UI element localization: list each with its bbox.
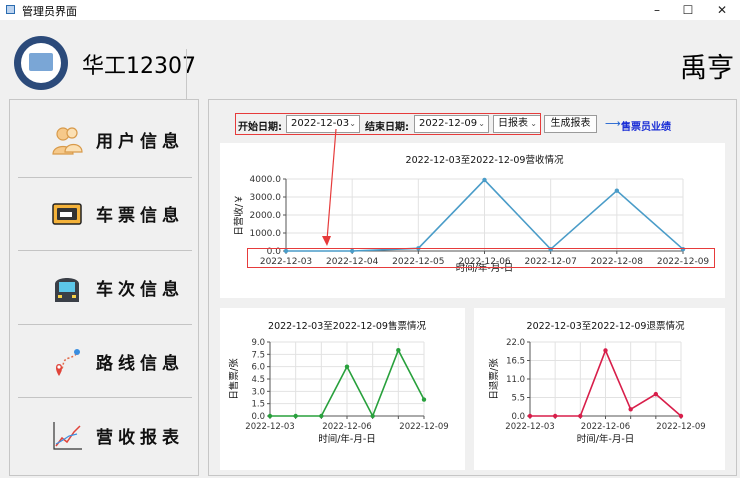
sidebar-item-users[interactable]: 用户信息: [18, 104, 192, 174]
window-title: 管理员界面: [22, 5, 77, 18]
chart-title: 2022-12-03至2022-12-09营收情况: [406, 154, 564, 166]
data-point: [614, 188, 620, 193]
y-tick-label: 4000.0: [250, 175, 282, 185]
y-tick-label: 4.5: [251, 375, 265, 385]
x-tick-label: 2022-12-03: [245, 422, 294, 432]
x-tick-label: 2022-12-03: [505, 422, 554, 432]
data-point: [482, 177, 487, 183]
sales-chart: 2022-12-03至2022-12-09售票情况 0.0 1.5 3.0 4.5 6.0…: [228, 320, 449, 445]
users-icon: [52, 127, 83, 155]
y-tick-label: 1000.0: [250, 229, 282, 239]
train-icon: [55, 278, 79, 302]
y-tick-label: 11.0: [506, 375, 525, 385]
ticket-icon: [52, 203, 82, 225]
data-point: [603, 348, 608, 353]
sidebar-divider: [18, 250, 192, 251]
close-button[interactable]: ✕: [705, 0, 739, 20]
y-tick-label: 2000.0: [250, 211, 282, 221]
sidebar-item-tickets[interactable]: 车票信息: [18, 178, 192, 248]
route-icon: [56, 349, 80, 376]
refund-chart-panel: 2022-12-03至2022-12-09退票情况 0.0 5.5 11.0 16.5 2…: [474, 308, 725, 470]
data-point: [653, 391, 659, 397]
y-axis-label: 日售票/张: [228, 358, 240, 400]
arrow-right-icon: ⟶: [605, 117, 621, 130]
data-point: [421, 397, 427, 402]
y-tick-label: 3.0: [251, 387, 265, 397]
revenue-chart-panel: 2022-12-03至2022-12-09营收情况 0.0 1000.0 2000.0…: [220, 143, 725, 298]
x-axis-label: 时间/年-月-日: [577, 433, 635, 445]
data-point: [319, 413, 324, 419]
y-tick-label: 6.0: [251, 363, 265, 373]
data-point: [344, 364, 350, 369]
data-point: [293, 413, 298, 419]
y-tick-label: 5.5: [511, 394, 525, 404]
chart-title: 2022-12-03至2022-12-09售票情况: [268, 320, 426, 332]
y-tick-label: 1.5: [251, 400, 265, 410]
app-header: 华工12307 禹亨: [0, 20, 740, 111]
sidebar-item-label: 用户信息: [96, 132, 184, 152]
refund-chart: 2022-12-03至2022-12-09退票情况 0.0 5.5 11.0 16.5 2…: [489, 320, 706, 445]
y-tick-label: 9.0: [251, 338, 265, 348]
chart-title: 2022-12-03至2022-12-09退票情况: [527, 320, 685, 332]
sidebar-item-routes[interactable]: 路线信息: [18, 326, 192, 396]
sidebar-item-revenue-report[interactable]: 营收报表: [18, 400, 192, 470]
brand-name: 华工12307: [82, 54, 196, 79]
data-point: [396, 348, 401, 353]
x-axis-label: 时间/年-月-日: [318, 433, 376, 445]
x-tick-label: 2022-12-09: [656, 422, 705, 432]
y-tick-label: 22.0: [506, 338, 525, 348]
data-point: [370, 413, 375, 419]
x-axis-highlight: [247, 248, 715, 268]
sidebar-divider: [18, 397, 192, 398]
x-tick-label: 2022-12-06: [322, 422, 371, 432]
y-tick-label: 0.0: [251, 412, 265, 422]
sidebar-item-label: 营收报表: [96, 428, 184, 448]
data-point: [552, 413, 558, 419]
sidebar-divider: [18, 324, 192, 325]
seller-performance-link[interactable]: 售票员业绩: [621, 118, 671, 133]
chart-icon: [53, 422, 82, 450]
generate-report-button[interactable]: 生成报表: [544, 115, 597, 133]
university-logo: [14, 36, 68, 90]
sidebar: 用户信息 车票信息 车次信息 路线信息 营收报表: [9, 99, 199, 476]
y-tick-label: 16.5: [506, 357, 525, 367]
maximize-button[interactable]: ☐: [671, 0, 705, 20]
window-titlebar: 管理员界面 – ☐ ✕: [0, 0, 740, 20]
data-point: [578, 413, 583, 419]
app-window-icon: [6, 5, 15, 14]
x-tick-label: 2022-12-09: [399, 422, 448, 432]
y-axis-label: 日营收/￥: [233, 194, 245, 235]
data-point: [628, 407, 633, 412]
sidebar-item-label: 车次信息: [96, 280, 184, 300]
y-tick-label: 3000.0: [250, 193, 282, 203]
user-name: 禹亨: [680, 53, 734, 84]
data-point: [267, 413, 273, 419]
sales-chart-panel: 2022-12-03至2022-12-09售票情况 0.0 1.5 3.0 4.5 6.0…: [220, 308, 465, 470]
data-point: [527, 413, 533, 419]
revenue-chart: 2022-12-03至2022-12-09营收情况0.01000.02000.0…: [233, 154, 709, 274]
minimize-button[interactable]: –: [640, 0, 674, 20]
y-tick-label: 7.5: [251, 350, 265, 360]
sidebar-item-label: 路线信息: [96, 354, 184, 374]
data-point: [678, 413, 684, 419]
y-tick-label: 0.0: [511, 412, 525, 422]
x-tick-label: 2022-12-06: [581, 422, 630, 432]
sidebar-item-label: 车票信息: [96, 206, 184, 226]
sidebar-item-trains[interactable]: 车次信息: [18, 252, 192, 322]
date-range-highlight: [235, 113, 541, 135]
y-axis-label: 日退票/张: [489, 358, 500, 400]
